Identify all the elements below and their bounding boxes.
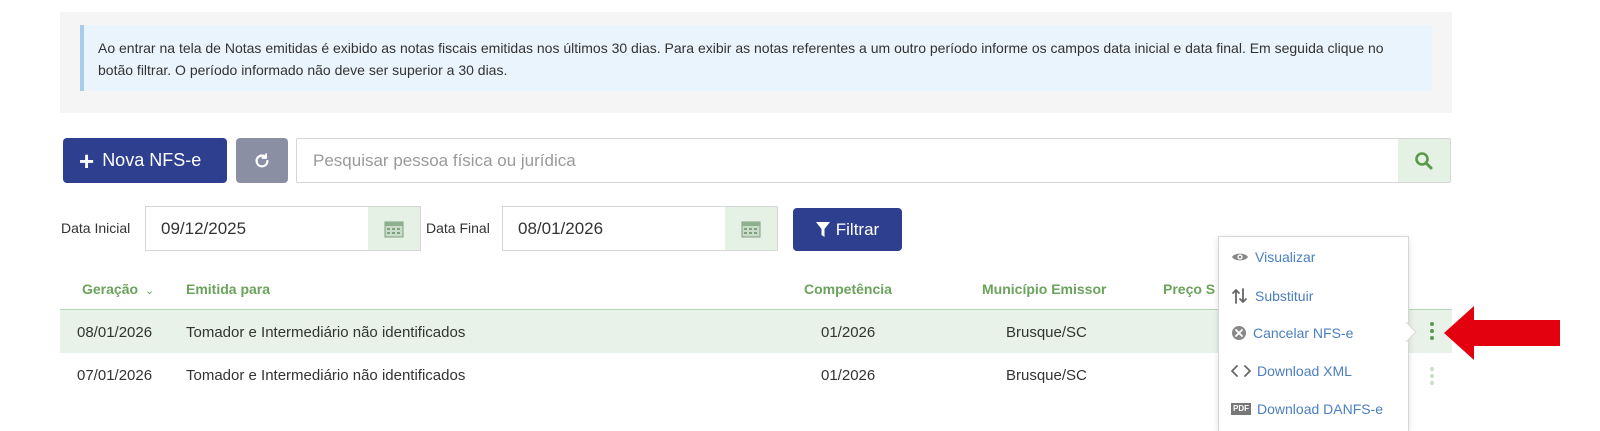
calendar-icon [741,221,761,237]
row-actions-kebab-icon[interactable] [1430,367,1434,385]
search-input[interactable] [297,139,1399,182]
filter-label: Filtrar [835,219,880,239]
header-geracao[interactable]: Geração ⌄ [82,281,154,297]
start-date-value: 09/12/2025 [161,219,247,238]
cell-geracao: 07/01/2026 [77,367,153,384]
menu-item-visualizar[interactable]: Visualizar [1231,249,1315,265]
new-nfse-button[interactable]: + Nova NFS-e [63,138,227,183]
eye-icon [1232,253,1248,261]
cell-municipio: Brusque/SC [1006,324,1087,341]
pdf-icon: PDF [1231,403,1251,415]
start-date-calendar-button[interactable] [368,207,420,250]
row-actions-menu: Visualizar Substituir Cancelar NFS-e Dow… [1218,236,1409,431]
chevron-down-icon: ⌄ [144,285,155,297]
menu-item-substituir[interactable]: Substituir [1231,287,1313,305]
new-nfse-label: Nova NFS-e [102,150,202,170]
menu-item-download-xml[interactable]: Download XML [1231,363,1352,379]
menu-pointer [1406,322,1417,342]
end-date-calendar-button[interactable] [725,207,777,250]
header-competencia: Competência [804,281,892,297]
cell-geracao: 08/01/2026 [77,324,153,341]
code-icon [1231,365,1251,377]
swap-arrows-icon [1232,288,1247,304]
search-icon [1415,151,1433,169]
header-emitida-para: Emitida para [186,281,271,297]
cell-municipio: Brusque/SC [1006,367,1087,384]
search-button[interactable] [1398,139,1450,182]
menu-item-download-danfse[interactable]: PDF Download DANFS-e [1231,401,1383,417]
header-municipio-emissor: Município Emissor [982,281,1107,297]
end-date-field[interactable]: 08/01/2026 [502,206,778,251]
search-box [296,138,1451,183]
cell-emitida-para: Tomador e Intermediário não identificado… [186,367,466,384]
info-text: Ao entrar na tela de Notas emitidas é ex… [98,40,1384,78]
refresh-icon [255,152,269,167]
start-date-label: Data Inicial [61,220,131,236]
end-date-value: 08/01/2026 [518,219,604,238]
cell-emitida-para: Tomador e Intermediário não identificado… [186,324,466,341]
filter-button[interactable]: Filtrar [793,208,902,251]
row-actions-kebab-icon[interactable] [1430,322,1434,340]
info-message: Ao entrar na tela de Notas emitidas é ex… [80,25,1432,91]
cell-competencia: 01/2026 [821,367,876,384]
cell-competencia: 01/2026 [821,324,876,341]
cancel-circle-icon [1232,326,1246,340]
menu-item-cancelar[interactable]: Cancelar NFS-e [1231,325,1353,341]
filter-icon [815,221,830,237]
refresh-button[interactable] [236,138,288,183]
highlight-arrow-icon [1444,306,1560,360]
end-date-label: Data Final [426,220,490,236]
plus-icon: + [79,145,95,176]
start-date-field[interactable]: 09/12/2025 [145,206,421,251]
header-preco: Preço S [1163,281,1216,297]
calendar-icon [384,221,404,237]
